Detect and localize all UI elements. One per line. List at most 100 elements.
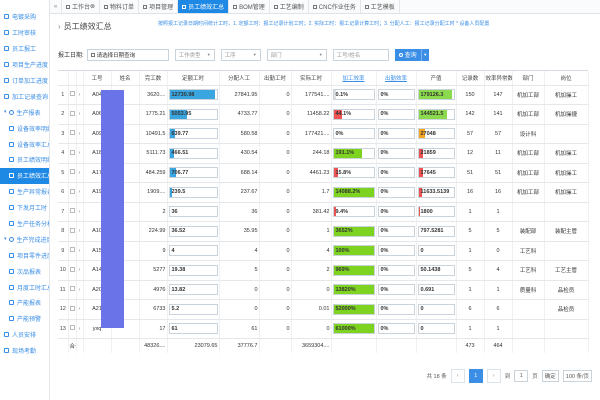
- table-row[interactable]: 5 › A17 484.259 706.77 688.14 0 4461.23 15.8% 0% 1…: [58, 163, 589, 183]
- sidebar-item[interactable]: 月度工时汇总: [0, 279, 49, 295]
- row-checkbox[interactable]: [69, 286, 75, 292]
- tab-item[interactable]: CNC作业任务: [309, 0, 361, 13]
- expand-arrow-icon[interactable]: ›: [76, 260, 84, 281]
- expand-arrow-icon[interactable]: ›: [76, 85, 84, 105]
- tab-item[interactable]: 物料订单: [100, 0, 140, 13]
- current-page-button[interactable]: 1: [468, 369, 483, 383]
- expand-arrow-icon[interactable]: ›: [76, 299, 84, 320]
- row-checkbox[interactable]: [69, 169, 75, 175]
- row-checkbox[interactable]: [69, 325, 75, 331]
- sidebar-item[interactable]: 加工记录查询: [0, 88, 49, 104]
- sidebar-item[interactable]: 生产异常报表: [0, 184, 49, 200]
- tab-item[interactable]: 员工绩效汇总: [178, 0, 230, 13]
- row-checkbox[interactable]: [69, 130, 75, 136]
- row-checkbox[interactable]: [69, 91, 75, 97]
- table-row[interactable]: 1 › A04 3620.... 12730.98 27841.95 0 177541....…: [58, 85, 589, 105]
- sidebar-item[interactable]: 项目零件进度: [0, 247, 49, 263]
- column-header[interactable]: 出勤工时: [259, 71, 292, 86]
- column-header[interactable]: 实际工时: [291, 71, 332, 86]
- table-row[interactable]: 4 › A18 5111.73 466.51 430.54 0 244.18 191.1% 0% 2…: [58, 143, 589, 164]
- sidebar-item[interactable]: 工时审核: [0, 25, 49, 41]
- expand-arrow-icon[interactable]: ›: [76, 202, 84, 222]
- tab-item[interactable]: 工作台 ⊗: [62, 0, 101, 13]
- sidebar-item[interactable]: 次品报表: [0, 263, 49, 279]
- sidebar-item[interactable]: 员工报工: [0, 41, 49, 57]
- sidebar-item[interactable]: 员工绩效汇总: [0, 167, 49, 184]
- table-row[interactable]: 11 › A20 4976 13.82 0 0 0 13820% 0% 0.691 1 1 质量科 品检员: [58, 280, 589, 300]
- sidebar-item[interactable]: 现场考勤: [0, 343, 49, 359]
- column-header[interactable]: 出勤效率: [376, 71, 417, 86]
- tab-item[interactable]: 工艺编制: [270, 0, 309, 13]
- date-range-input[interactable]: 请选择日期查询: [86, 48, 169, 61]
- table-row[interactable]: 13 › yxq 17 61 61 0 0 61000% 0% 0 1 1: [58, 319, 589, 339]
- expand-arrow-icon[interactable]: ›: [76, 221, 84, 242]
- table-row[interactable]: 2 › A06 1775.21 5053.95 4733.77 0 11458.22 44.1%…: [58, 104, 589, 125]
- sidebar-item[interactable]: 电镀采购: [0, 9, 49, 25]
- table-row[interactable]: 3 › A09 10491.5 639.77 580.58 0 177421.... 0% 0% 2…: [58, 124, 589, 144]
- sidebar-item[interactable]: 下发月工时: [0, 200, 49, 216]
- work-type-select[interactable]: 工作类型 ▼: [174, 48, 215, 61]
- column-header[interactable]: 岗位: [544, 71, 589, 86]
- sidebar-item[interactable]: 项目生产进度: [0, 57, 49, 73]
- table-row[interactable]: 6 › A19 1909.... 239.5 237.67 0 1.7 14088.2% 0% 11…: [58, 182, 589, 203]
- expand-arrow-icon[interactable]: ›: [76, 182, 84, 203]
- column-header[interactable]: 部门: [512, 71, 545, 86]
- row-checkbox[interactable]: [69, 188, 75, 194]
- sidebar-item[interactable]: 订单加工进度: [0, 73, 49, 89]
- next-page-button[interactable]: ›: [486, 369, 501, 383]
- sidebar-item[interactable]: ▾ 生产报表: [0, 104, 49, 120]
- column-header[interactable]: 加工效率: [331, 71, 377, 86]
- expand-arrow-icon[interactable]: ›: [76, 280, 84, 300]
- row-checkbox[interactable]: [69, 208, 75, 214]
- row-checkbox[interactable]: [69, 227, 75, 233]
- column-header[interactable]: 定额工时: [167, 71, 220, 86]
- row-checkbox[interactable]: [69, 149, 75, 155]
- table-row[interactable]: 12 › A21 6733 5.2 0 0 0.01 52000% 0% 0 6 6 品检员: [58, 299, 589, 320]
- expand-arrow-icon[interactable]: ›: [76, 143, 84, 164]
- column-header[interactable]: 产值: [416, 71, 457, 86]
- row-checkbox[interactable]: [69, 305, 75, 311]
- sidebar-item[interactable]: 产能预警: [0, 311, 49, 327]
- sidebar-item[interactable]: 设备效率明细: [0, 120, 49, 136]
- column-header[interactable]: 工号: [83, 71, 112, 86]
- sidebar-item[interactable]: 员工绩效明细: [0, 152, 49, 168]
- sidebar-item[interactable]: 产能报表: [0, 295, 49, 311]
- page-size-select[interactable]: 100 条/页: [562, 370, 592, 382]
- tab-item[interactable]: 工艺模板: [361, 0, 400, 13]
- expand-arrow-icon[interactable]: ›: [76, 319, 84, 339]
- table-row[interactable]: 9 › A15 9 4 4 0 4 100% 0% 0 1 0 工艺科: [58, 241, 589, 261]
- employee-search-input[interactable]: 工号/姓名: [332, 48, 389, 61]
- tab-item[interactable]: BOM管理: [229, 0, 270, 13]
- sidebar-item[interactable]: 人员安排: [0, 327, 49, 343]
- search-options-dropdown[interactable]: ▼: [420, 48, 429, 61]
- sidebar-item[interactable]: 生产任务分析: [0, 216, 49, 232]
- column-header[interactable]: 分配人工: [219, 71, 260, 86]
- close-icon[interactable]: ⊗: [90, 3, 95, 10]
- column-header[interactable]: 完工数: [139, 71, 168, 86]
- expand-arrow-icon[interactable]: ›: [76, 104, 84, 125]
- collapse-chevron-icon[interactable]: ›: [58, 22, 61, 31]
- confirm-button[interactable]: 确定: [541, 370, 559, 382]
- sidebar-item[interactable]: ▾ 生产完成进度: [0, 231, 49, 247]
- column-header[interactable]: 姓名: [111, 71, 140, 86]
- expand-arrow-icon[interactable]: ›: [76, 124, 84, 144]
- expand-arrow-icon[interactable]: ›: [76, 241, 84, 261]
- table-row[interactable]: 8 › A10 224.99 36.52 35.95 0 1 3652% 0% 797.5281 5 5…: [58, 221, 589, 242]
- row-checkbox[interactable]: [69, 266, 75, 272]
- row-checkbox[interactable]: [69, 247, 75, 253]
- search-button[interactable]: 查询: [394, 48, 421, 61]
- table-row[interactable]: 7 › 2 36 36 0 381.42 9.4% 0% 1800 1 1: [58, 202, 589, 222]
- tabs-prev-arrow-icon[interactable]: «: [50, 0, 62, 13]
- process-select[interactable]: 工序 ▼: [220, 48, 261, 61]
- column-header[interactable]: 效率异常数: [484, 71, 513, 86]
- department-select[interactable]: 部门 ▼: [266, 48, 327, 61]
- cell-rated-hours-box: 5.2: [168, 303, 218, 315]
- column-header[interactable]: 记录数: [456, 71, 485, 86]
- table-row[interactable]: 10 › A14 5277 19.38 5 0 2 969% 0% 50.1438 5 4 工艺科 工艺主管: [58, 260, 589, 281]
- tab-item[interactable]: 项目管理: [139, 0, 179, 13]
- prev-page-button[interactable]: ‹: [450, 369, 465, 383]
- row-checkbox[interactable]: [69, 110, 75, 116]
- goto-page-input[interactable]: 1: [514, 370, 529, 382]
- expand-arrow-icon[interactable]: ›: [76, 163, 84, 183]
- sidebar-item[interactable]: 设备效率汇总: [0, 136, 49, 152]
